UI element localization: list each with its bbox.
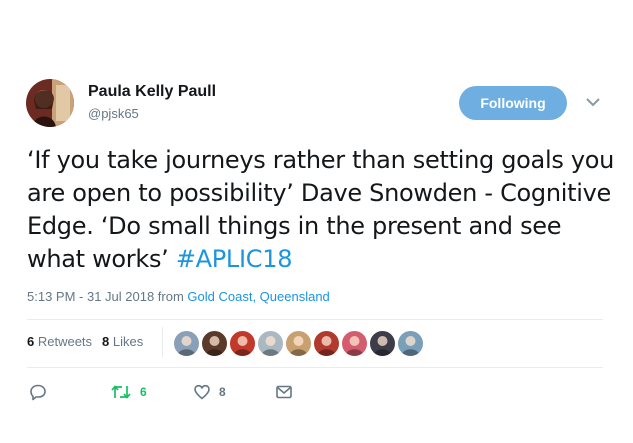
tweet-stats: 6 Retweets 8 Likes: [27, 334, 143, 349]
retweet-icon: [111, 385, 131, 399]
author-avatar[interactable]: [26, 79, 74, 127]
hashtag-link[interactable]: #APLIC18: [176, 245, 293, 273]
reply-button[interactable]: [29, 382, 47, 402]
liker-avatar[interactable]: [229, 330, 256, 357]
liker-avatar[interactable]: [173, 330, 200, 357]
like-button[interactable]: 8: [193, 382, 226, 402]
author-photo: [26, 79, 74, 127]
author-name[interactable]: Paula Kelly Paull: [88, 83, 216, 101]
location-link[interactable]: Gold Coast, Queensland: [187, 289, 329, 304]
retweets-label: Retweets: [34, 334, 93, 349]
liker-avatar[interactable]: [201, 330, 228, 357]
liker-avatar[interactable]: [341, 330, 368, 357]
tweet-card: Paula Kelly Paull @pjsk65 Following ‘If …: [0, 0, 633, 443]
tweet-text: ‘If you take journeys rather than settin…: [27, 144, 617, 276]
liker-avatar[interactable]: [257, 330, 284, 357]
stats-separator: [162, 327, 163, 357]
envelope-icon: [276, 385, 292, 399]
divider-bottom: [27, 367, 603, 368]
direct-message-button[interactable]: [275, 382, 293, 402]
retweet-action-count: 6: [140, 385, 147, 399]
divider-top: [27, 319, 603, 320]
like-action-count: 8: [219, 385, 226, 399]
retweet-button[interactable]: 6: [110, 382, 147, 402]
retweets-stat[interactable]: 6 Retweets: [27, 334, 92, 349]
author-handle[interactable]: @pjsk65: [88, 106, 139, 121]
timestamp-text[interactable]: 5:13 PM - 31 Jul 2018 from: [27, 289, 187, 304]
liker-avatar[interactable]: [285, 330, 312, 357]
reply-icon: [30, 384, 46, 401]
following-button[interactable]: Following: [459, 86, 567, 120]
heart-icon: [194, 384, 210, 400]
chevron-down-icon[interactable]: [584, 95, 602, 109]
liker-avatar[interactable]: [397, 330, 424, 357]
liker-avatar[interactable]: [369, 330, 396, 357]
tweet-body: ‘If you take journeys rather than settin…: [27, 146, 615, 273]
liker-avatar[interactable]: [313, 330, 340, 357]
likes-stat[interactable]: 8 Likes: [102, 334, 143, 349]
tweet-timestamp: 5:13 PM - 31 Jul 2018 from Gold Coast, Q…: [27, 289, 330, 304]
likes-label: Likes: [109, 334, 144, 349]
